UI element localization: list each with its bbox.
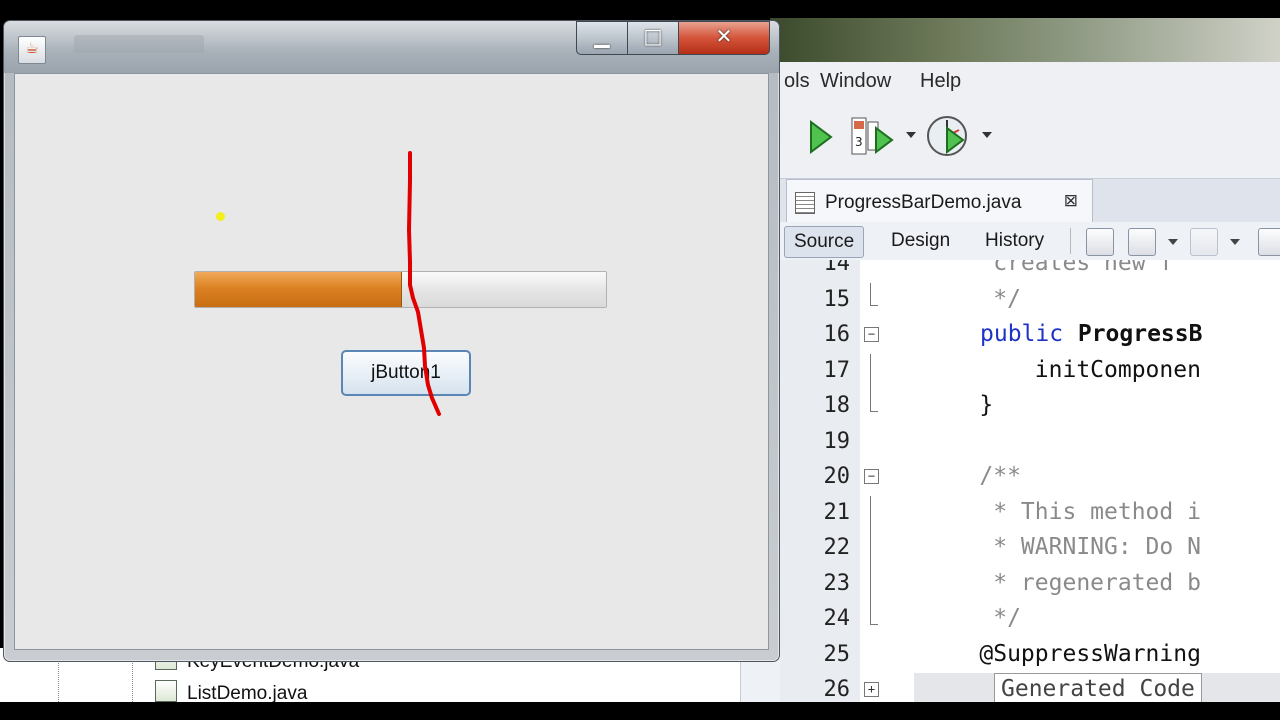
code-text: */	[924, 605, 1021, 631]
profile-dropdown-arrow[interactable]	[982, 132, 992, 138]
tab-history[interactable]: History	[976, 226, 1053, 256]
code-keyword: public	[980, 321, 1064, 347]
line-number: 22	[823, 535, 851, 560]
back-icon[interactable]	[1086, 228, 1114, 256]
progress-bar	[194, 271, 607, 308]
line-number: 14	[823, 260, 851, 276]
line-number: 20	[823, 464, 851, 489]
line-number: 21	[823, 499, 851, 525]
fold-guide-line	[870, 495, 871, 624]
code-line[interactable]: 25 @SuppressWarning	[780, 638, 1280, 673]
cursor-highlight-dot	[216, 212, 225, 221]
find-icon[interactable]	[1258, 228, 1280, 256]
fold-guide-line	[870, 353, 871, 411]
line-number: 16	[823, 322, 851, 347]
code-line[interactable]: 14 creates new f	[780, 260, 1280, 282]
code-line[interactable]: 20− /**	[780, 460, 1280, 495]
netbeans-ide: ols Window Help 3 ProgressBarDemo.java ⊠	[770, 62, 1280, 702]
forward-icon[interactable]	[1190, 228, 1218, 256]
code-line[interactable]: 23 * regenerated b	[780, 567, 1280, 602]
swing-window: ☕ ▁ □ ✕ jButton1	[3, 20, 780, 662]
code-text: ProgressB	[1064, 321, 1203, 347]
line-number: 26	[823, 677, 851, 702]
generated-code-fold[interactable]: Generated Code	[994, 673, 1202, 702]
code-line[interactable]: 16− public ProgressB	[780, 318, 1280, 353]
code-text: }	[924, 392, 994, 418]
profile-icon[interactable]	[925, 114, 971, 160]
editor-view-bar: Source Design History	[780, 222, 1280, 261]
last-edit-icon[interactable]	[1128, 228, 1156, 256]
code-text: * regenerated b	[924, 569, 1201, 596]
java-file-icon	[155, 680, 177, 702]
menu-tools[interactable]: ols	[784, 70, 810, 93]
code-editor[interactable]: 14 creates new f 15 */16− public ProgressB…	[780, 260, 1280, 702]
code-line[interactable]: 15 */	[780, 283, 1280, 318]
close-icon: ✕	[715, 24, 733, 48]
code-line[interactable]: 22 * WARNING: Do N	[780, 531, 1280, 566]
jbutton1[interactable]: jButton1	[341, 350, 471, 396]
code-line[interactable]: 24 */	[780, 602, 1280, 637]
minimize-icon: ▁	[594, 24, 610, 48]
window-titlebar[interactable]: ☕ ▁ □ ✕	[4, 21, 779, 73]
desktop-bottom-edge	[0, 702, 1280, 720]
java-file-icon	[795, 192, 815, 214]
code-text: * This method i	[924, 498, 1201, 525]
code-text: * WARNING: Do N	[924, 534, 1201, 560]
close-tab-icon[interactable]: ⊠	[1064, 191, 1078, 211]
menu-bar: ols Window Help	[770, 62, 1280, 103]
window-title	[74, 35, 204, 53]
forward-dropdown-arrow[interactable]	[1230, 239, 1240, 245]
tab-design[interactable]: Design	[882, 226, 959, 256]
last-edit-dropdown-arrow[interactable]	[1168, 239, 1178, 245]
line-number: 23	[823, 570, 851, 596]
code-text: initComponen	[924, 356, 1201, 383]
debug-icon[interactable]: 3	[850, 114, 900, 158]
debug-dropdown-arrow[interactable]	[906, 132, 916, 138]
java-app-icon[interactable]: ☕	[18, 36, 46, 64]
desktop-background	[770, 18, 1280, 68]
code-line[interactable]: 19	[780, 425, 1280, 460]
toolbar-separator	[1070, 228, 1071, 254]
menu-help[interactable]: Help	[920, 70, 961, 93]
code-text: /**	[924, 463, 1021, 489]
fold-collapse-icon[interactable]: −	[864, 327, 879, 342]
fold-guide-line	[870, 282, 871, 305]
window-content-pane: jButton1	[14, 73, 769, 650]
fold-guide-end	[870, 411, 878, 412]
code-line[interactable]: 26 + Generated Code	[780, 673, 1280, 702]
line-number: 18	[823, 393, 851, 418]
maximize-icon: □	[643, 24, 663, 48]
run-icon[interactable]	[808, 119, 834, 155]
fold-guide-end	[870, 624, 878, 625]
line-number: 17	[823, 357, 851, 383]
line-number: 24	[823, 606, 851, 631]
code-text: creates new f	[924, 260, 1174, 276]
fold-guide-end	[870, 304, 878, 306]
minimize-button[interactable]: ▁	[576, 21, 628, 55]
file-tab-label: ProgressBarDemo.java	[825, 192, 1022, 213]
code-line[interactable]: 17 initComponen	[780, 354, 1280, 389]
code-line[interactable]: 18 }	[780, 389, 1280, 424]
tree-item-label: ListDemo.java	[187, 683, 308, 704]
line-number: 19	[823, 428, 851, 454]
svg-text:3: 3	[855, 135, 863, 149]
code-text: */	[924, 285, 1021, 312]
editor-tab-strip: ProgressBarDemo.java ⊠	[780, 178, 1280, 224]
menu-window[interactable]: Window	[820, 70, 891, 93]
file-tab-progressbardemo[interactable]: ProgressBarDemo.java ⊠	[786, 179, 1093, 224]
maximize-button[interactable]: □	[627, 21, 679, 55]
code-text: @SuppressWarning	[924, 640, 1201, 667]
line-number: 25	[823, 641, 851, 667]
toolbar: 3	[770, 102, 1280, 174]
fold-collapse-icon[interactable]: −	[864, 469, 879, 484]
tab-source[interactable]: Source	[784, 226, 865, 258]
close-button[interactable]: ✕	[678, 21, 770, 55]
line-number: 15	[823, 286, 851, 312]
code-line[interactable]: 21 * This method i	[780, 496, 1280, 531]
progress-fill	[195, 272, 402, 307]
fold-expand-icon[interactable]: +	[864, 682, 879, 697]
